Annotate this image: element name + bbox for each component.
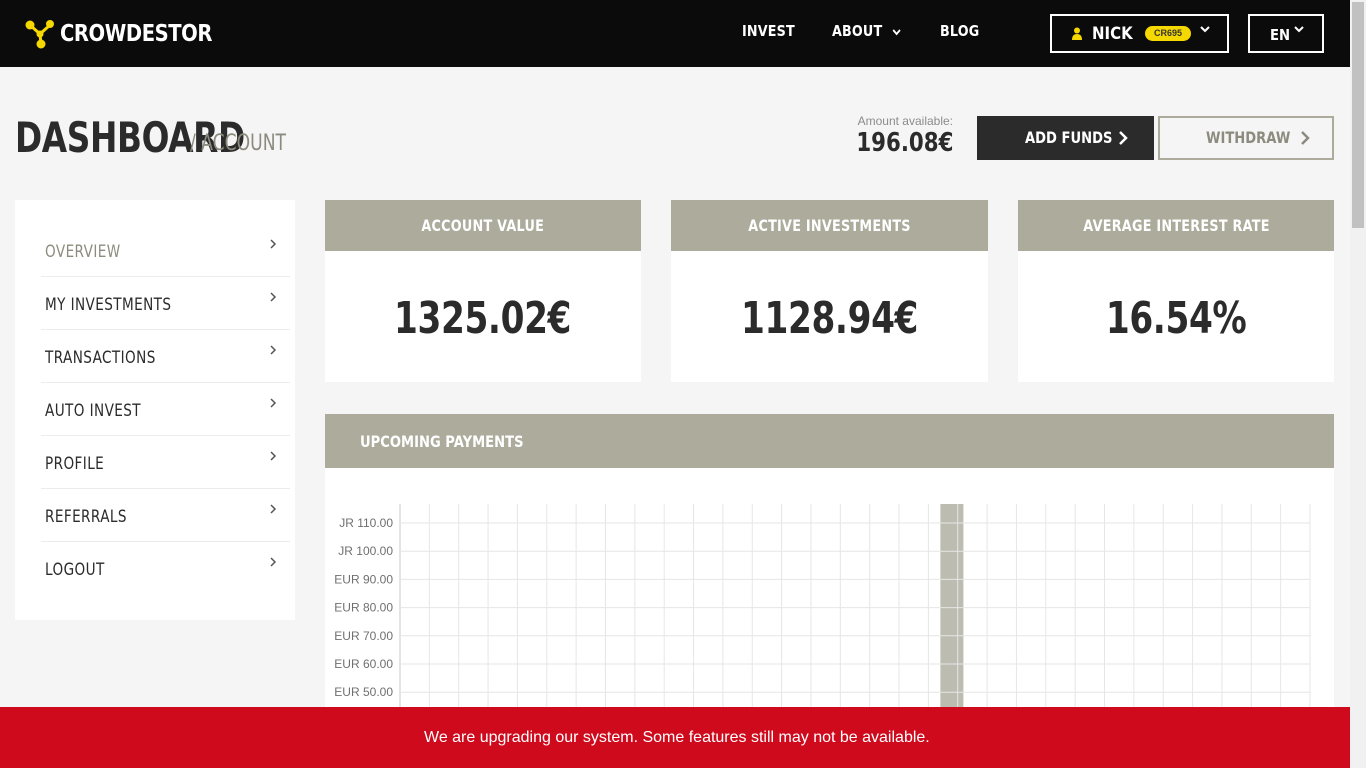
user-menu[interactable]: NICK CR695 (1050, 14, 1229, 53)
nav-invest[interactable]: INVEST (742, 22, 795, 40)
user-id-badge: CR695 (1145, 26, 1191, 41)
card-value: 16.54% (1105, 293, 1247, 344)
amount-available-label: Amount available: (857, 114, 953, 128)
sidebar-item-label: LOGOUT (45, 560, 105, 580)
breadcrumb: / ACCOUNT (190, 131, 287, 156)
chevron-down-icon (1294, 26, 1304, 33)
card-title: ACTIVE INVESTMENTS (748, 216, 911, 235)
logo-molecule-icon (25, 20, 54, 49)
chevron-right-icon (270, 292, 277, 302)
sidebar-item-referrals[interactable]: REFERRALS (41, 489, 290, 542)
average-interest-rate-card: AVERAGE INTEREST RATE 16.54% (1018, 200, 1334, 382)
sidebar-item-label: REFERRALS (45, 507, 127, 527)
chevron-right-icon (1301, 131, 1310, 145)
card-value: 1128.94€ (740, 293, 919, 344)
y-tick-label: EUR 60.00 (334, 657, 393, 671)
logo-text: CROWDESTOR (60, 21, 213, 47)
top-navbar: CROWDESTOR INVEST ABOUT BLOG NICK CR695 … (0, 0, 1350, 67)
sidebar-item-logout[interactable]: LOGOUT (41, 542, 290, 595)
language-selector[interactable]: EN (1248, 14, 1324, 53)
chevron-right-icon (270, 557, 277, 567)
chevron-down-icon (1200, 26, 1210, 33)
nav-blog[interactable]: BLOG (940, 22, 979, 40)
add-funds-label: ADD FUNDS (1025, 128, 1113, 147)
add-funds-button[interactable]: ADD FUNDS (977, 116, 1154, 160)
scrollbar-thumb[interactable] (1352, 2, 1364, 228)
chevron-down-icon (892, 29, 901, 36)
card-header: ACTIVE INVESTMENTS (671, 200, 988, 251)
sidebar-item-auto-invest[interactable]: AUTO INVEST (41, 383, 290, 436)
card-header: AVERAGE INTEREST RATE (1018, 200, 1334, 251)
nav-about-label: ABOUT (832, 22, 883, 40)
nav-about[interactable]: ABOUT (832, 22, 901, 40)
y-tick-label: EUR 90.00 (334, 572, 393, 586)
active-investments-card: ACTIVE INVESTMENTS 1128.94€ (671, 200, 988, 382)
y-tick-label: JR 100.00 (338, 544, 393, 558)
card-body: 16.54% (1018, 251, 1334, 344)
language-label: EN (1270, 26, 1291, 44)
panel-title: UPCOMING PAYMENTS (360, 432, 524, 451)
user-name: NICK (1092, 23, 1133, 44)
card-header: ACCOUNT VALUE (325, 200, 641, 251)
logo[interactable]: CROWDESTOR (24, 17, 239, 51)
chevron-right-icon (270, 398, 277, 408)
card-body: 1325.02€ (325, 251, 641, 344)
sidebar-item-my-investments[interactable]: MY INVESTMENTS (41, 277, 290, 330)
y-tick-label: EUR 50.00 (334, 685, 393, 699)
sidebar-item-label: OVERVIEW (45, 242, 121, 262)
card-body: 1128.94€ (671, 251, 988, 344)
user-icon (1072, 27, 1082, 40)
sidebar-item-label: PROFILE (45, 454, 105, 474)
withdraw-label: WITHDRAW (1206, 128, 1291, 147)
chevron-right-icon (270, 451, 277, 461)
sidebar-item-overview[interactable]: OVERVIEW (41, 224, 290, 277)
card-title: AVERAGE INTEREST RATE (1082, 216, 1270, 235)
chevron-right-icon (270, 345, 277, 355)
banner-text: We are upgrading our system. Some featur… (424, 729, 930, 746)
card-title: ACCOUNT VALUE (421, 216, 545, 235)
sidebar-item-transactions[interactable]: TRANSACTIONS (41, 330, 290, 383)
sidebar-item-profile[interactable]: PROFILE (41, 436, 290, 489)
sidebar-menu: OVERVIEW MY INVESTMENTS TRANSACTIONS AUT… (15, 200, 295, 620)
panel-header: UPCOMING PAYMENTS (325, 414, 1334, 468)
sidebar-item-label: MY INVESTMENTS (45, 295, 172, 315)
y-tick-label: EUR 70.00 (334, 629, 393, 643)
amount-available-value: 196.08€ (855, 128, 953, 158)
y-tick-label: EUR 80.00 (334, 601, 393, 615)
sidebar-item-label: TRANSACTIONS (45, 348, 156, 368)
sidebar-item-label: AUTO INVEST (45, 401, 142, 421)
chevron-right-icon (270, 239, 277, 249)
account-value-card: ACCOUNT VALUE 1325.02€ (325, 200, 641, 382)
chevron-right-icon (1119, 131, 1128, 145)
y-tick-label: JR 110.00 (339, 516, 393, 530)
card-value: 1325.02€ (394, 293, 572, 344)
chevron-right-icon (270, 504, 277, 514)
maintenance-banner: We are upgrading our system. Some featur… (0, 707, 1350, 768)
withdraw-button[interactable]: WITHDRAW (1158, 116, 1334, 160)
